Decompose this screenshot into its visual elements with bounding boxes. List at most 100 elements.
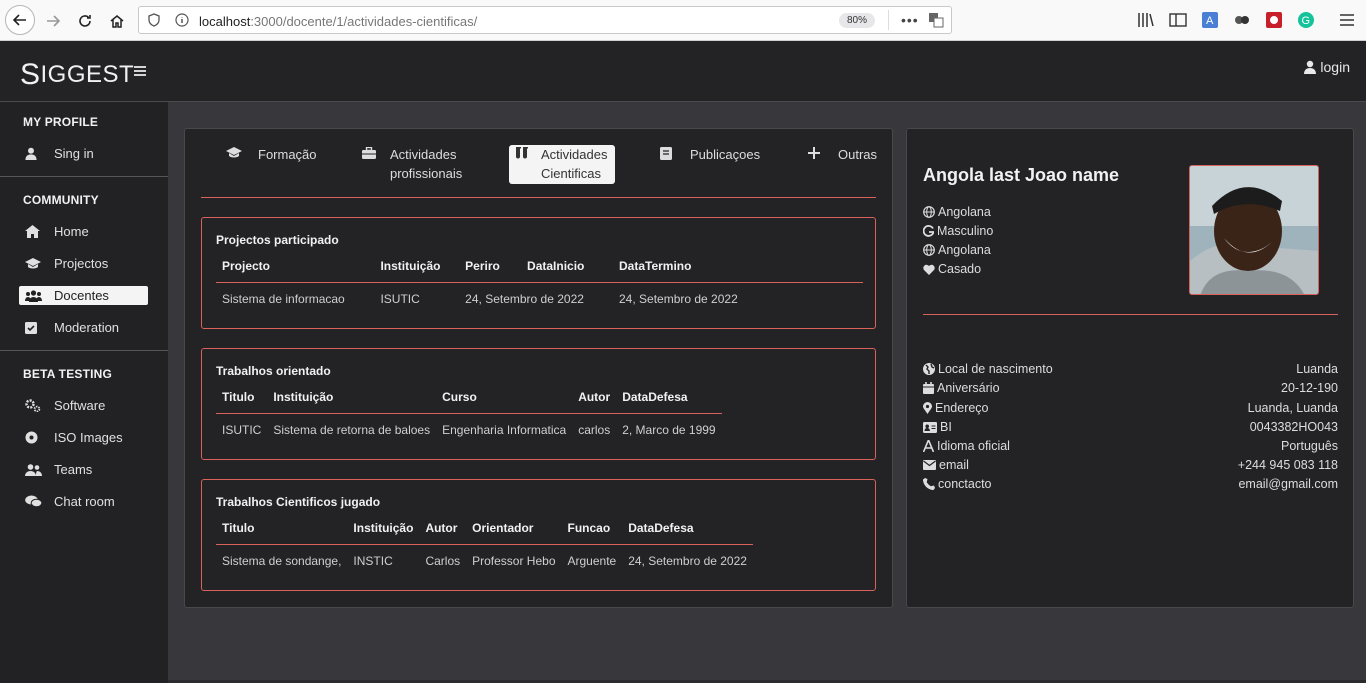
translate-icon[interactable] — [928, 12, 944, 31]
detail-value: Luanda, Luanda — [1247, 401, 1338, 415]
calendar-icon — [923, 382, 934, 394]
profile-photo — [1189, 165, 1319, 295]
sidebar-item-docentes[interactable]: Docentes — [19, 286, 148, 305]
app-logo[interactable]: SIGGEST — [20, 56, 135, 91]
check-square-icon — [19, 321, 54, 334]
zoom-badge[interactable]: 80% — [839, 13, 875, 28]
sidebar-item-label: Teams — [54, 462, 93, 477]
globe-icon — [923, 244, 935, 256]
table-cell: Sistema de retorna de baloes — [273, 422, 431, 437]
sidebar-item-moderation[interactable]: Moderation — [19, 318, 148, 337]
tab-actividades-cientificas[interactable]: Actividades Cientificas — [509, 145, 616, 184]
profile-genero: Masculino — [923, 224, 993, 238]
extension-icon[interactable] — [1233, 11, 1251, 29]
sidebar-item-home[interactable]: Home — [19, 222, 148, 241]
extension-red-icon[interactable] — [1265, 11, 1283, 29]
tab-label-line1: Actividades — [390, 147, 457, 162]
font-icon — [923, 440, 934, 452]
table-cell: Arguente — [567, 553, 617, 568]
svg-text:A: A — [1206, 15, 1214, 27]
library-icon[interactable] — [1137, 11, 1155, 29]
users-icon — [19, 289, 54, 302]
detail-label: Aniversário — [937, 381, 1000, 395]
sidebar-item-label: Docentes — [54, 288, 109, 303]
sidebar-item-software[interactable]: Software — [19, 396, 148, 415]
envelope-icon — [923, 460, 936, 470]
address-bar[interactable]: localhost:3000/docente/1/actividades-cie… — [138, 6, 952, 34]
projectos-card: Projectos participado Projecto Instituiç… — [201, 217, 876, 329]
column-header: Funcao — [561, 513, 623, 545]
hamburger-icon[interactable] — [134, 61, 146, 82]
globe-americas-icon — [923, 363, 935, 375]
back-button[interactable] — [5, 5, 35, 35]
card-title: Trabalhos Cientificos jugado — [216, 495, 381, 509]
profile-value: Casado — [938, 262, 982, 276]
column-header: Titulo — [216, 513, 348, 545]
back-arrow-icon — [12, 14, 26, 26]
tab-actividades-profissionais[interactable]: Actividades profissionais — [362, 145, 462, 183]
url-host: localhost — [199, 14, 251, 29]
divider — [0, 176, 168, 177]
detail-row: email +244 945 083 118 — [923, 458, 1338, 472]
profile-value: Angolana — [938, 205, 991, 219]
home-button[interactable] — [104, 8, 130, 34]
column-header: DataDefesa — [616, 382, 722, 414]
vials-icon — [515, 145, 541, 184]
column-header: Autor — [419, 513, 467, 545]
tab-formacao[interactable]: Formação — [226, 145, 317, 164]
divider — [0, 350, 168, 351]
browser-toolbar: localhost:3000/docente/1/actividades-cie… — [0, 0, 1366, 41]
compact-disc-icon — [19, 431, 54, 444]
trabalhos-jugado-card: Trabalhos Cientificos jugado Titulo Inst… — [201, 479, 876, 591]
user-icon — [19, 147, 54, 160]
reload-icon — [79, 15, 91, 27]
detail-row: Idioma oficial Português — [923, 439, 1338, 453]
phone-icon — [923, 478, 935, 490]
table-row: Sistema de informacao ISUTIC 24, Setembr… — [216, 282, 863, 315]
translate-extension-icon[interactable]: A — [1201, 11, 1219, 29]
more-icon[interactable]: ••• — [901, 12, 919, 28]
detail-row: Local de nascimento Luanda — [923, 362, 1338, 376]
sidebar-item-iso-images[interactable]: ISO Images — [19, 428, 148, 447]
tab-outras[interactable]: Outras — [808, 145, 877, 164]
table-row: Sistema de sondange, INSTIC Carlos Profe… — [216, 544, 753, 577]
forward-button[interactable] — [40, 8, 66, 34]
tab-publicacoes[interactable]: Publicaçoes — [660, 145, 760, 164]
column-header: Autor — [572, 382, 617, 414]
logo-initial: S — [20, 58, 41, 91]
menu-icon[interactable] — [1338, 11, 1356, 29]
sidebar: MY PROFILE Sing in COMMUNITY Home Projec… — [0, 102, 168, 683]
section-title-beta-testing: BETA TESTING — [23, 367, 113, 381]
sidebar-item-chat-room[interactable]: Chat room — [19, 492, 148, 511]
detail-value: Luanda — [1296, 362, 1338, 376]
profile-value: Angolana — [938, 243, 991, 257]
svg-text:G: G — [1302, 15, 1311, 27]
table-cell: 24, Setembro de 2022 — [628, 553, 747, 568]
tab-label-line2: profissionais — [390, 166, 463, 181]
shield-icon — [148, 13, 160, 30]
detail-row: conctacto email@gmail.com — [923, 477, 1338, 491]
sidebar-item-label: Sing in — [54, 146, 94, 161]
detail-value: +244 945 083 118 — [1237, 458, 1338, 472]
info-icon[interactable] — [175, 13, 189, 30]
column-header: Instituição — [267, 382, 437, 414]
login-link[interactable]: login — [1304, 59, 1350, 75]
user-icon — [1304, 60, 1317, 74]
graduation-cap-icon — [19, 257, 54, 270]
sidebar-toggle-icon[interactable] — [1169, 11, 1187, 29]
tab-label: Publicaçoes — [690, 147, 761, 162]
jugado-table: Titulo Instituição Autor Orientador Func… — [216, 513, 753, 577]
sidebar-item-teams[interactable]: Teams — [19, 460, 148, 479]
table-cell: INSTIC — [353, 553, 393, 568]
sidebar-item-projectos[interactable]: Projectos — [19, 254, 148, 273]
logo-text: IGGEST — [40, 61, 135, 88]
sidebar-item-sign-in[interactable]: Sing in — [19, 144, 148, 163]
cogs-icon — [19, 399, 54, 412]
table-header-row: Titulo Instituição Autor Orientador Func… — [216, 513, 753, 545]
sidebar-item-label: Moderation — [54, 320, 120, 335]
login-label: login — [1320, 59, 1350, 75]
url-path: :3000/docente/1/actividades-cientificas/ — [250, 14, 478, 29]
grammarly-icon[interactable]: G — [1297, 11, 1315, 29]
reload-button[interactable] — [72, 8, 98, 34]
column-header: Projecto — [216, 251, 375, 283]
